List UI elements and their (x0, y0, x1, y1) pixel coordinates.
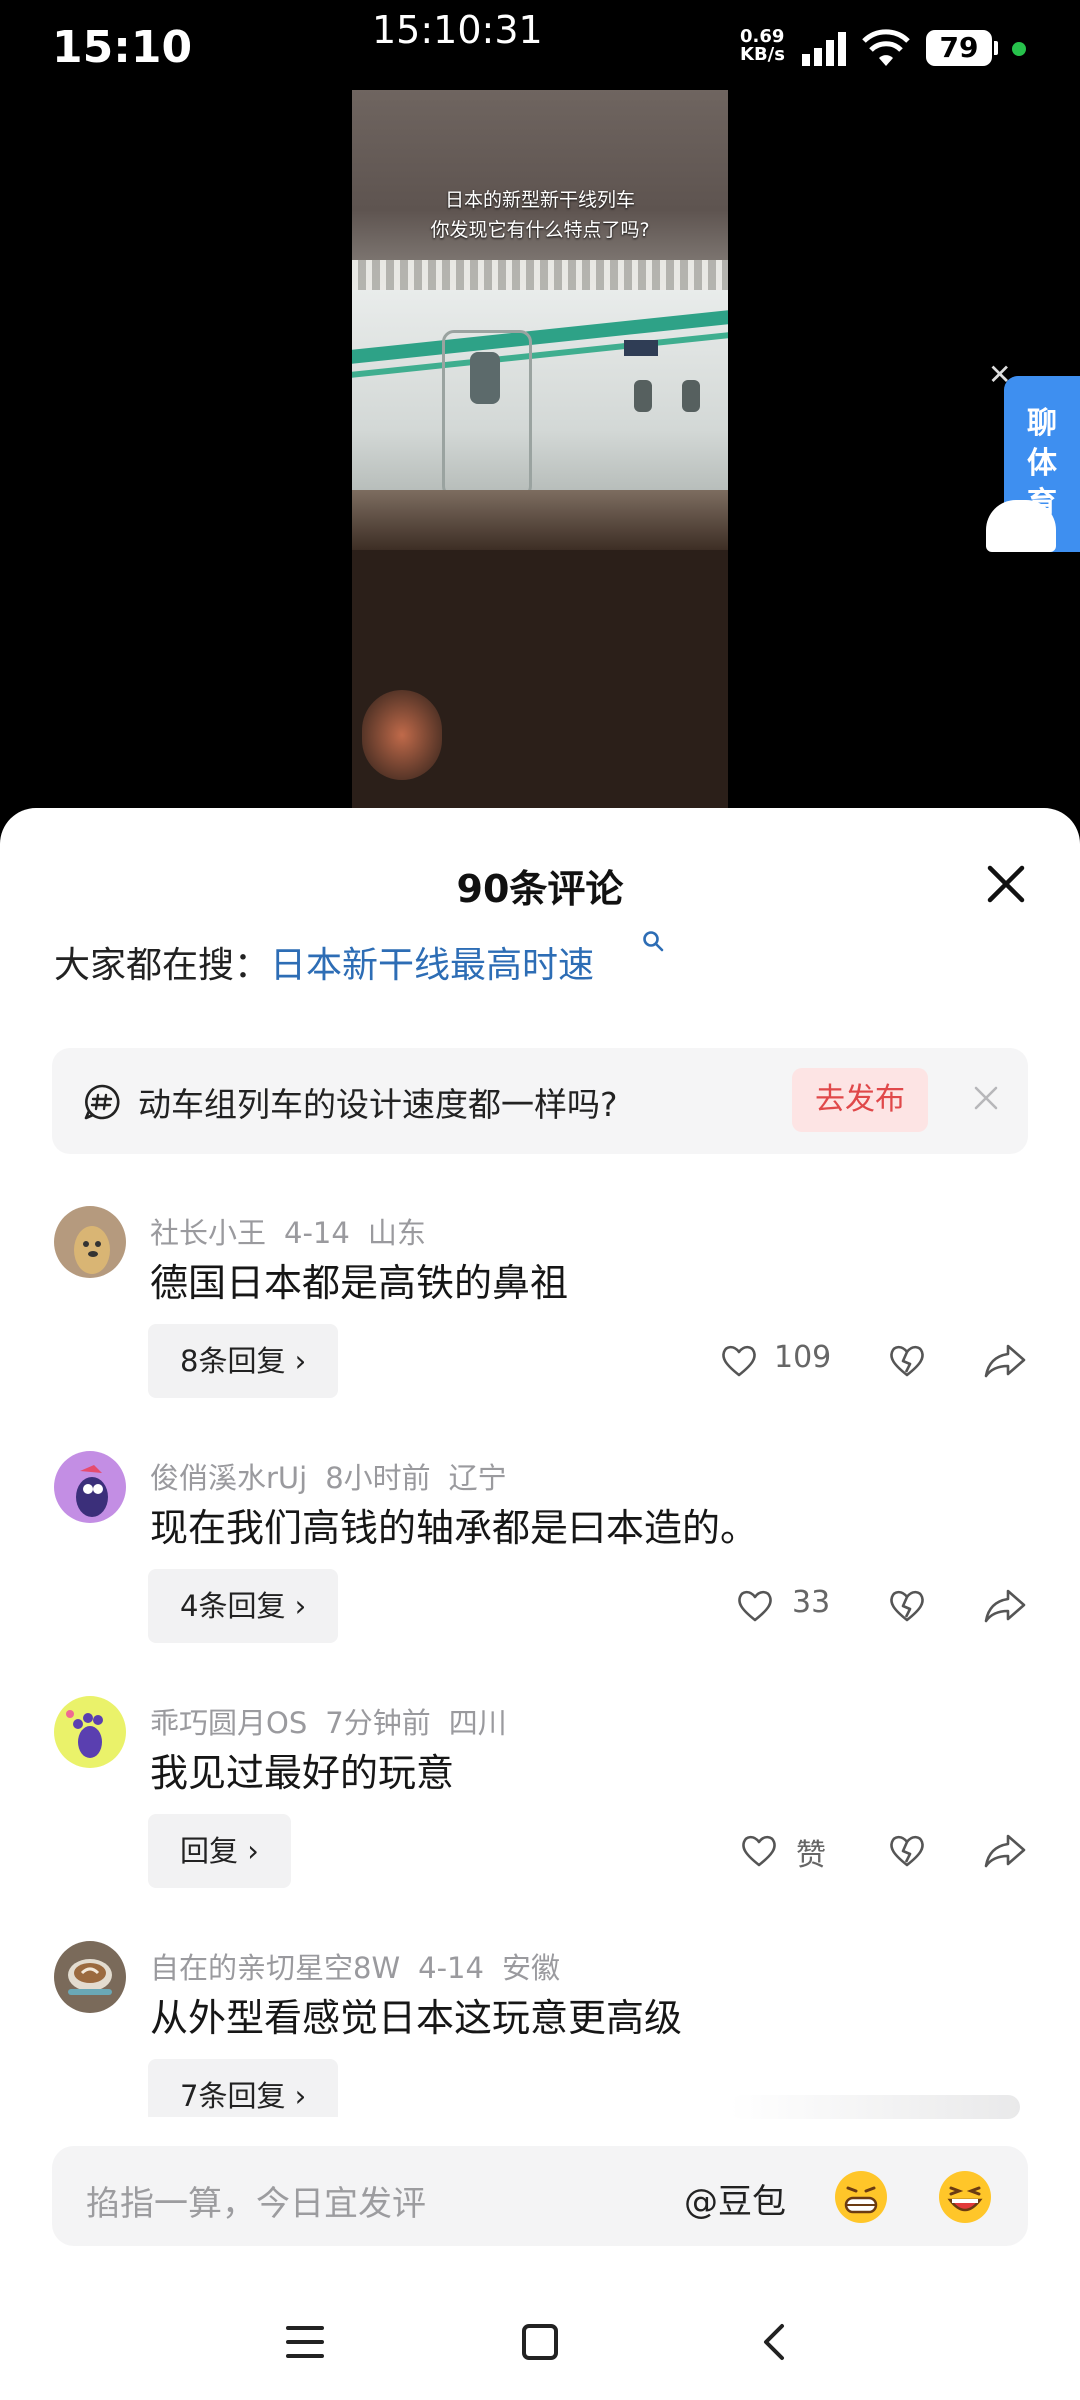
share-icon[interactable] (984, 1832, 1026, 1870)
comment-text[interactable]: 从外型看感觉日本这玩意更高级 (150, 1987, 682, 2042)
like-count: 109 (774, 1340, 832, 1375)
network-rate-unit: KB/s (740, 44, 785, 65)
comment-item: 俊俏溪水rUj 8小时前 辽宁 现在我们高钱的轴承都是曰本造的。 4条回复 › 33 (0, 1451, 1080, 1696)
comment-sheet: 90条评论 大家都在搜：日本新干线最高时速 动车组列车的设计速度都一样吗? 去发… (0, 808, 1080, 2400)
dislike-icon[interactable] (888, 1587, 926, 1625)
reply-label: 回复 (180, 1834, 239, 1868)
avatar-paw-icon (66, 1710, 103, 1758)
video-light-glow (362, 690, 442, 780)
comment-location: 山东 (367, 1216, 426, 1250)
home-icon[interactable] (520, 2322, 560, 2362)
like-icon[interactable] (720, 1342, 758, 1380)
comment-count-title: 90条评论 (456, 867, 624, 911)
avatar-doge-icon (74, 1226, 110, 1274)
float-mascot-icon (986, 500, 1056, 552)
trending-search: 大家都在搜：日本新干线最高时速 (54, 931, 664, 988)
status-clock: 15:10:31 (372, 8, 543, 52)
grin-emoji-icon[interactable] (834, 2170, 888, 2224)
video-caption: 日本的新型新干线列车 你发现它有什么特点了吗? (352, 185, 728, 245)
view-replies-button[interactable]: 4条回复 › (148, 1569, 339, 1643)
avatar-cartoon-icon (76, 1465, 108, 1517)
status-bar: 15:10 15:10:31 0.69 KB/s 79 (0, 0, 1080, 90)
dismiss-icon[interactable] (970, 1082, 1002, 1114)
comment-input-placeholder: 掐指一算，今日宜发评 (86, 2184, 426, 2224)
video-player[interactable]: 日本的新型新干线列车 你发现它有什么特点了吗? (352, 90, 728, 810)
view-replies-button[interactable]: 8条回复 › (148, 1324, 339, 1398)
like-icon[interactable] (740, 1832, 778, 1870)
video-train-underside (352, 490, 728, 550)
comment-input[interactable]: 掐指一算，今日宜发评 @豆包 (52, 2146, 1028, 2246)
comment-meta: 乖巧圆月OS 7分钟前 四川 (150, 1700, 525, 1742)
reply-button[interactable]: 回复 › (148, 1814, 291, 1888)
chevron-right-icon: › (247, 1834, 259, 1868)
share-icon[interactable] (984, 1587, 1026, 1625)
dislike-icon[interactable] (888, 1342, 926, 1380)
close-icon[interactable] (982, 860, 1030, 908)
comment-time: 4-14 (418, 1951, 484, 1985)
view-replies-button[interactable]: 7条回复 › (148, 2059, 339, 2117)
comment-username[interactable]: 俊俏溪水rUj (150, 1461, 307, 1495)
avatar[interactable] (54, 1696, 126, 1768)
video-caption-line: 日本的新型新干线列车 (444, 189, 635, 211)
video-train-window (682, 380, 700, 412)
comment-time: 8小时前 (325, 1461, 431, 1495)
share-icon[interactable] (984, 1342, 1026, 1380)
battery-icon: 79 (926, 30, 992, 66)
video-train-window (634, 380, 652, 412)
comment-time: 7分钟前 (325, 1706, 431, 1740)
avatar[interactable] (54, 1941, 126, 2013)
comment-meta: 俊俏溪水rUj 8小时前 辽宁 (150, 1455, 525, 1497)
menu-icon[interactable] (284, 2322, 326, 2362)
video-caption-line: 你发现它有什么特点了吗? (430, 219, 650, 241)
comment-item: 乖巧圆月OS 7分钟前 四川 我见过最好的玩意 回复 › 赞 (0, 1696, 1080, 1941)
chevron-right-icon: › (294, 1589, 307, 1623)
avatar[interactable] (54, 1451, 126, 1523)
system-nav-bar (0, 2294, 1080, 2400)
mention-button[interactable]: @豆包 (684, 2174, 786, 2223)
comment-meta: 社长小王 4-14 山东 (150, 1210, 444, 1252)
comment-text[interactable]: 德国日本都是高铁的鼻祖 (150, 1252, 568, 1307)
trending-search-prefix: 大家都在搜： (54, 945, 271, 986)
comment-username[interactable]: 自在的亲切星空8W (150, 1951, 400, 1985)
search-icon (643, 931, 664, 952)
avatar[interactable] (54, 1206, 126, 1278)
wifi-icon (862, 29, 910, 66)
video-door-window (470, 352, 500, 404)
back-icon[interactable] (758, 2322, 790, 2362)
chevron-right-icon: › (294, 2079, 307, 2113)
avatar-coffee-icon (68, 1959, 112, 1995)
like-icon[interactable] (736, 1587, 774, 1625)
hashtag-icon (84, 1084, 120, 1120)
view-replies-label: 7条回复 (180, 2079, 286, 2113)
dislike-icon[interactable] (888, 1832, 926, 1870)
video-train-sign (624, 340, 658, 356)
signal-icon (802, 32, 846, 66)
comment-username[interactable]: 社长小王 (150, 1216, 266, 1250)
privacy-dot-icon (1012, 42, 1026, 56)
publish-button[interactable]: 去发布 (792, 1068, 928, 1132)
comment-item: 社长小王 4-14 山东 德国日本都是高铁的鼻祖 8条回复 › 109 (0, 1206, 1080, 1451)
like-count: 33 (792, 1585, 831, 1620)
view-replies-label: 4条回复 (180, 1589, 286, 1623)
laugh-emoji-icon[interactable] (938, 2170, 992, 2224)
like-count: 赞 (796, 1838, 826, 1873)
topic-text: 动车组列车的设计速度都一样吗? (138, 1085, 618, 1124)
comment-location: 辽宁 (448, 1461, 507, 1495)
chevron-right-icon: › (294, 1344, 307, 1378)
topic-prompt: 动车组列车的设计速度都一样吗? 去发布 (52, 1048, 1028, 1154)
action-row-fade (730, 2095, 1020, 2119)
comment-location: 四川 (448, 1706, 507, 1740)
comment-username[interactable]: 乖巧圆月OS (150, 1706, 307, 1740)
battery-cap (994, 41, 998, 55)
status-time: 15:10 (52, 22, 193, 73)
view-replies-label: 8条回复 (180, 1344, 286, 1378)
comment-text[interactable]: 我见过最好的玩意 (150, 1742, 454, 1797)
network-rate: 0.69 KB/s (740, 28, 785, 64)
comment-time: 4-14 (284, 1216, 350, 1250)
comment-text[interactable]: 现在我们高钱的轴承都是曰本造的。 (150, 1497, 758, 1552)
comment-location: 安徽 (501, 1951, 560, 1985)
comment-meta: 自在的亲切星空8W 4-14 安徽 (150, 1945, 578, 1987)
trending-search-link[interactable]: 日本新干线最高时速 (270, 945, 594, 986)
